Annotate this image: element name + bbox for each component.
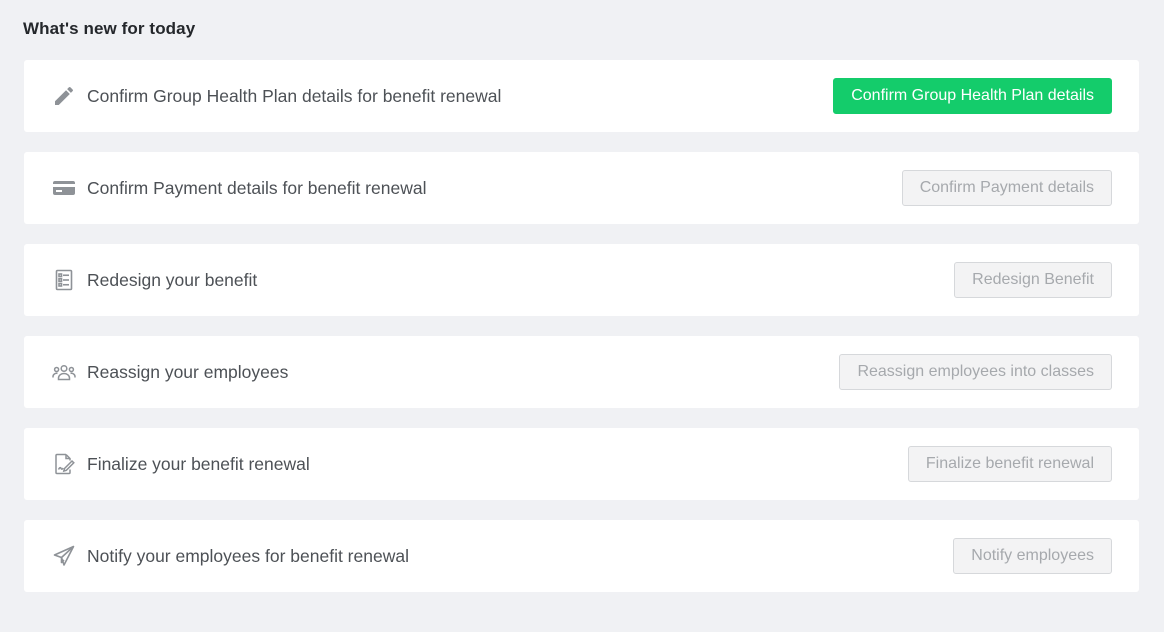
people-group-icon <box>52 360 76 384</box>
task-list: Confirm Group Health Plan details for be… <box>24 60 1139 612</box>
task-label: Notify your employees for benefit renewa… <box>87 545 409 566</box>
task-label: Confirm Payment details for benefit rene… <box>87 177 427 198</box>
finalize-renewal-button[interactable]: Finalize benefit renewal <box>907 446 1112 482</box>
notify-employees-button[interactable]: Notify employees <box>953 538 1112 574</box>
pencil-icon <box>52 84 76 108</box>
task-label: Redesign your benefit <box>87 269 258 290</box>
task-label: Finalize your benefit renewal <box>87 453 310 474</box>
paper-plane-icon <box>52 544 76 568</box>
reassign-employees-button[interactable]: Reassign employees into classes <box>839 354 1112 390</box>
task-card-confirm-health-plan: Confirm Group Health Plan details for be… <box>24 60 1139 132</box>
section-title: What's new for today <box>23 19 196 38</box>
task-card-redesign-benefit: Redesign your benefit Redesign Benefit <box>24 244 1139 316</box>
credit-card-icon <box>52 176 76 200</box>
task-card-notify-employees: Notify your employees for benefit renewa… <box>24 520 1139 592</box>
task-card-confirm-payment: Confirm Payment details for benefit rene… <box>24 152 1139 224</box>
redesign-benefit-button[interactable]: Redesign Benefit <box>954 262 1112 298</box>
document-sign-icon <box>52 452 76 476</box>
confirm-health-plan-button[interactable]: Confirm Group Health Plan details <box>833 78 1112 114</box>
checklist-icon <box>52 268 76 292</box>
task-card-reassign-employees: Reassign your employees Reassign employe… <box>24 336 1139 408</box>
task-label: Reassign your employees <box>87 361 289 382</box>
task-label: Confirm Group Health Plan details for be… <box>87 85 502 106</box>
task-card-finalize-renewal: Finalize your benefit renewal Finalize b… <box>24 428 1139 500</box>
confirm-payment-button[interactable]: Confirm Payment details <box>901 170 1112 206</box>
